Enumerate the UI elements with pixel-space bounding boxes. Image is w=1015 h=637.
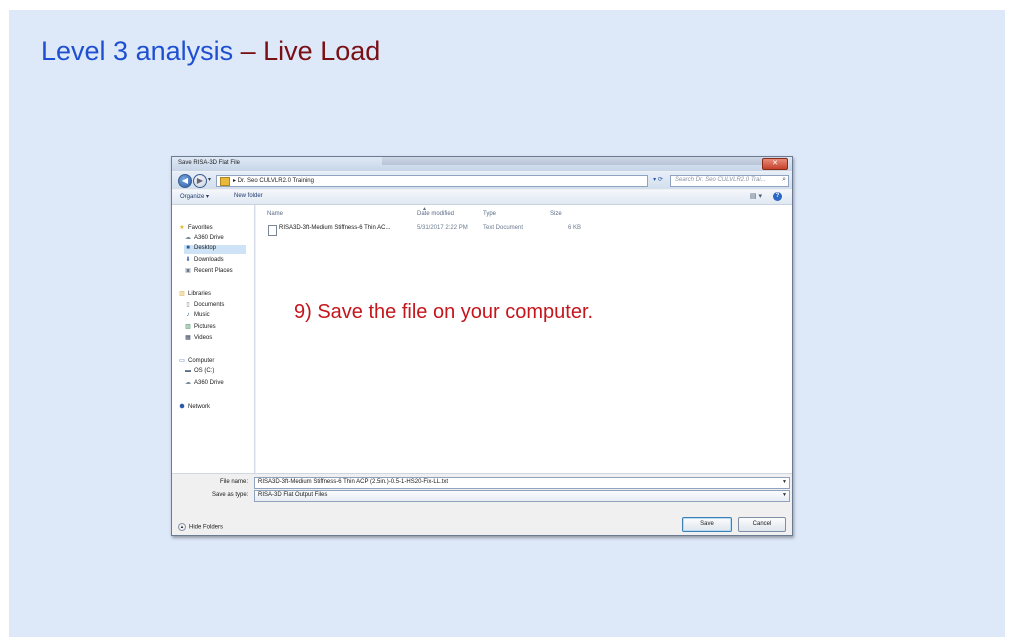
column-header-size[interactable]: Size: [550, 211, 562, 217]
save-as-type-label: Save as type:: [212, 492, 249, 498]
chevron-down-icon[interactable]: ▼: [782, 492, 787, 498]
nav-label: Desktop: [194, 245, 217, 251]
star-icon: ★: [179, 225, 185, 231]
nav-label: Computer: [188, 358, 215, 364]
nav-label: Network: [188, 404, 211, 410]
nav-label: A360 Drive: [194, 380, 224, 386]
nav-item-documents[interactable]: ▯ Documents: [184, 301, 224, 310]
cloud-icon: ☁: [185, 380, 191, 386]
save-dialog: Save RISA-3D Flat File ✕ ◀ ▶ ▾ ▸ Dr. Seo…: [171, 156, 793, 536]
save-options-panel: File name: RISA3D-3ft-Medium Stiffness-6…: [172, 473, 792, 535]
file-date: 5/31/2017 2:22 PM: [417, 225, 468, 231]
nav-label: Libraries: [188, 291, 212, 297]
address-bar[interactable]: ▸ Dr. Seo CULVLR2.0 Training: [216, 175, 648, 187]
recent-places-icon: ▣: [185, 268, 191, 274]
nav-item-pictures[interactable]: ▧ Pictures: [184, 323, 216, 332]
refresh-button[interactable]: ▾ ⟳: [650, 175, 666, 185]
nav-label: Documents: [194, 302, 225, 308]
address-path: ▸ Dr. Seo CULVLR2.0 Training: [233, 178, 314, 184]
nav-label: Videos: [194, 335, 213, 341]
search-placeholder: Search Dr. Seo CULVLR2.0 Trai...: [675, 177, 766, 183]
download-icon: ⬇: [185, 257, 191, 263]
search-icon[interactable]: ⌕: [782, 176, 786, 184]
music-icon: ♪: [186, 312, 190, 318]
help-icon[interactable]: ?: [773, 192, 782, 201]
nav-item-music[interactable]: ♪ Music: [184, 312, 210, 321]
cancel-button[interactable]: Cancel: [738, 517, 786, 532]
navigation-pane: ★ Favorites ☁ A360 Drive ■ Desktop ⬇ Downloa…: [172, 205, 255, 473]
nav-item-a360-drive-computer[interactable]: ☁ A360 Drive: [184, 379, 224, 388]
document-icon: ▯: [186, 302, 190, 308]
nav-item-favorites[interactable]: ★ Favorites: [178, 224, 213, 233]
nav-label: Music: [194, 312, 210, 318]
file-list-pane: ▲ Name Date modified Type Size RISA3D-3f…: [256, 205, 792, 473]
desktop-icon: ■: [186, 245, 190, 251]
file-name-input[interactable]: RISA3D-3ft-Medium Stiffness-6 Thin ACP (…: [254, 477, 790, 489]
save-as-type-value: RISA-3D Flat Output Files: [258, 492, 328, 498]
column-header-date-modified[interactable]: Date modified: [417, 211, 454, 217]
nav-item-os-c[interactable]: ▬ OS (C:): [184, 368, 214, 377]
address-row: ◀ ▶ ▾ ▸ Dr. Seo CULVLR2.0 Training ▾ ⟳ S…: [172, 172, 792, 189]
file-list-item[interactable]: RISA3D-3ft-Medium Stiffness-6 Thin AC...…: [264, 224, 594, 236]
file-name-value: RISA3D-3ft-Medium Stiffness-6 Thin ACP (…: [258, 479, 449, 485]
network-icon: ⬢: [179, 404, 185, 410]
save-button[interactable]: Save: [682, 517, 732, 532]
nav-label: Favorites: [188, 225, 213, 231]
nav-label: OS (C:): [194, 368, 215, 374]
save-as-type-select[interactable]: RISA-3D Flat Output Files ▼: [254, 490, 790, 502]
nav-item-desktop[interactable]: ■ Desktop: [184, 245, 246, 254]
chevron-down-icon[interactable]: ▼: [782, 479, 787, 485]
video-icon: ▦: [185, 335, 191, 341]
file-name-label: File name:: [220, 479, 249, 485]
column-header-type[interactable]: Type: [483, 211, 496, 217]
column-header-name[interactable]: Name: [267, 211, 283, 217]
organize-button[interactable]: Organize ▾: [180, 193, 209, 200]
close-button[interactable]: ✕: [762, 158, 788, 170]
nav-item-recent-places[interactable]: ▣ Recent Places: [184, 267, 233, 276]
nav-item-downloads[interactable]: ⬇ Downloads: [184, 256, 224, 265]
nav-item-computer[interactable]: ▭ Computer: [178, 357, 214, 366]
library-icon: ▥: [179, 291, 185, 297]
dialog-title: Save RISA-3D Flat File: [178, 160, 241, 166]
file-type: Text Document: [483, 225, 524, 231]
background-window-strip: [382, 157, 787, 165]
slide-title: Level 3 analysis – Live Load: [41, 36, 380, 67]
search-input[interactable]: Search Dr. Seo CULVLR2.0 Trai... ⌕: [670, 175, 789, 187]
recent-locations-dropdown[interactable]: ▾: [208, 176, 211, 183]
title-dash: –: [233, 36, 264, 66]
title-part1: Level 3 analysis: [41, 36, 234, 66]
nav-item-a360-drive[interactable]: ☁ A360 Drive: [184, 234, 224, 243]
hide-folders-label: Hide Folders: [189, 524, 224, 531]
views-icon[interactable]: ▤ ▾: [750, 192, 762, 200]
nav-item-libraries[interactable]: ▥ Libraries: [178, 290, 211, 299]
computer-icon: ▭: [179, 358, 185, 364]
drive-icon: ▬: [185, 368, 191, 374]
title-part2: Live Load: [263, 36, 381, 66]
folder-icon: [220, 177, 230, 186]
file-name: RISA3D-3ft-Medium Stiffness-6 Thin AC...: [279, 225, 391, 231]
collapse-icon: ▲: [178, 523, 186, 531]
hide-folders-button[interactable]: ▲ Hide Folders: [178, 523, 223, 531]
cloud-icon: ☁: [185, 235, 191, 241]
instruction-text: 9) Save the file on your computer.: [294, 301, 594, 323]
new-folder-button[interactable]: New folder: [234, 193, 263, 199]
slide: Level 3 analysis – Live Load Save RISA-3…: [9, 10, 1005, 637]
text-file-icon: [268, 225, 277, 236]
nav-label: Recent Places: [194, 268, 233, 274]
nav-label: Downloads: [194, 257, 224, 263]
file-size: 6 KB: [568, 225, 582, 231]
back-button[interactable]: ◀: [178, 174, 192, 188]
dialog-titlebar[interactable]: Save RISA-3D Flat File ✕: [172, 157, 792, 171]
nav-item-videos[interactable]: ▦ Videos: [184, 334, 212, 343]
nav-item-network[interactable]: ⬢ Network: [178, 403, 210, 412]
nav-label: A360 Drive: [194, 235, 224, 241]
nav-label: Pictures: [194, 324, 216, 330]
forward-button[interactable]: ▶: [193, 174, 207, 188]
pictures-icon: ▧: [185, 324, 191, 330]
dialog-toolbar: Organize ▾ New folder ▤ ▾ ?: [172, 190, 792, 205]
